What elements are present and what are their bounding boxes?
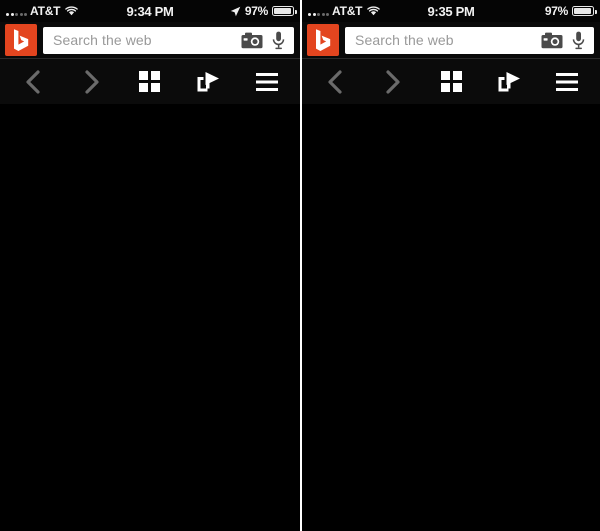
phone-screen-share: AT&T 9:35 PM 97% Search the web	[300, 0, 600, 531]
battery-icon	[572, 6, 597, 16]
dual-screenshot-stage: AT&T 9:34 PM 97% Search the web AT&T 9:3…	[0, 0, 600, 531]
status-bar: AT&T 9:34 PM 97%	[0, 0, 300, 22]
status-bar-time: 9:35 PM	[427, 3, 475, 19]
menu-button[interactable]	[544, 62, 590, 102]
search-input-wrap[interactable]: Search the web	[43, 26, 294, 54]
camera-icon[interactable]	[541, 31, 563, 49]
forward-button[interactable]	[370, 62, 416, 102]
status-bar: AT&T 9:35 PM 97%	[302, 0, 600, 22]
share-button[interactable]	[486, 62, 532, 102]
search-bar: Search the web	[302, 22, 600, 58]
back-button[interactable]	[312, 62, 358, 102]
bing-logo-icon[interactable]	[5, 24, 37, 56]
microphone-icon[interactable]	[571, 30, 585, 50]
search-input[interactable]: Search the web	[355, 32, 541, 48]
search-bar: Search the web	[0, 22, 300, 58]
bing-logo-icon[interactable]	[307, 24, 339, 56]
phone-screen-features: AT&T 9:34 PM 97% Search the web	[0, 0, 300, 531]
bottom-toolbar	[0, 58, 300, 104]
share-button[interactable]	[185, 62, 231, 102]
back-button[interactable]	[10, 62, 56, 102]
tabs-button[interactable]	[428, 62, 474, 102]
search-input-wrap[interactable]: Search the web	[345, 26, 594, 54]
menu-button[interactable]	[244, 62, 290, 102]
camera-icon[interactable]	[241, 31, 263, 49]
battery-icon	[272, 6, 297, 16]
tabs-button[interactable]	[127, 62, 173, 102]
search-input[interactable]: Search the web	[53, 32, 241, 48]
status-bar-time: 9:34 PM	[126, 3, 174, 19]
microphone-icon[interactable]	[271, 30, 285, 50]
bottom-toolbar	[302, 58, 600, 104]
forward-button[interactable]	[69, 62, 115, 102]
